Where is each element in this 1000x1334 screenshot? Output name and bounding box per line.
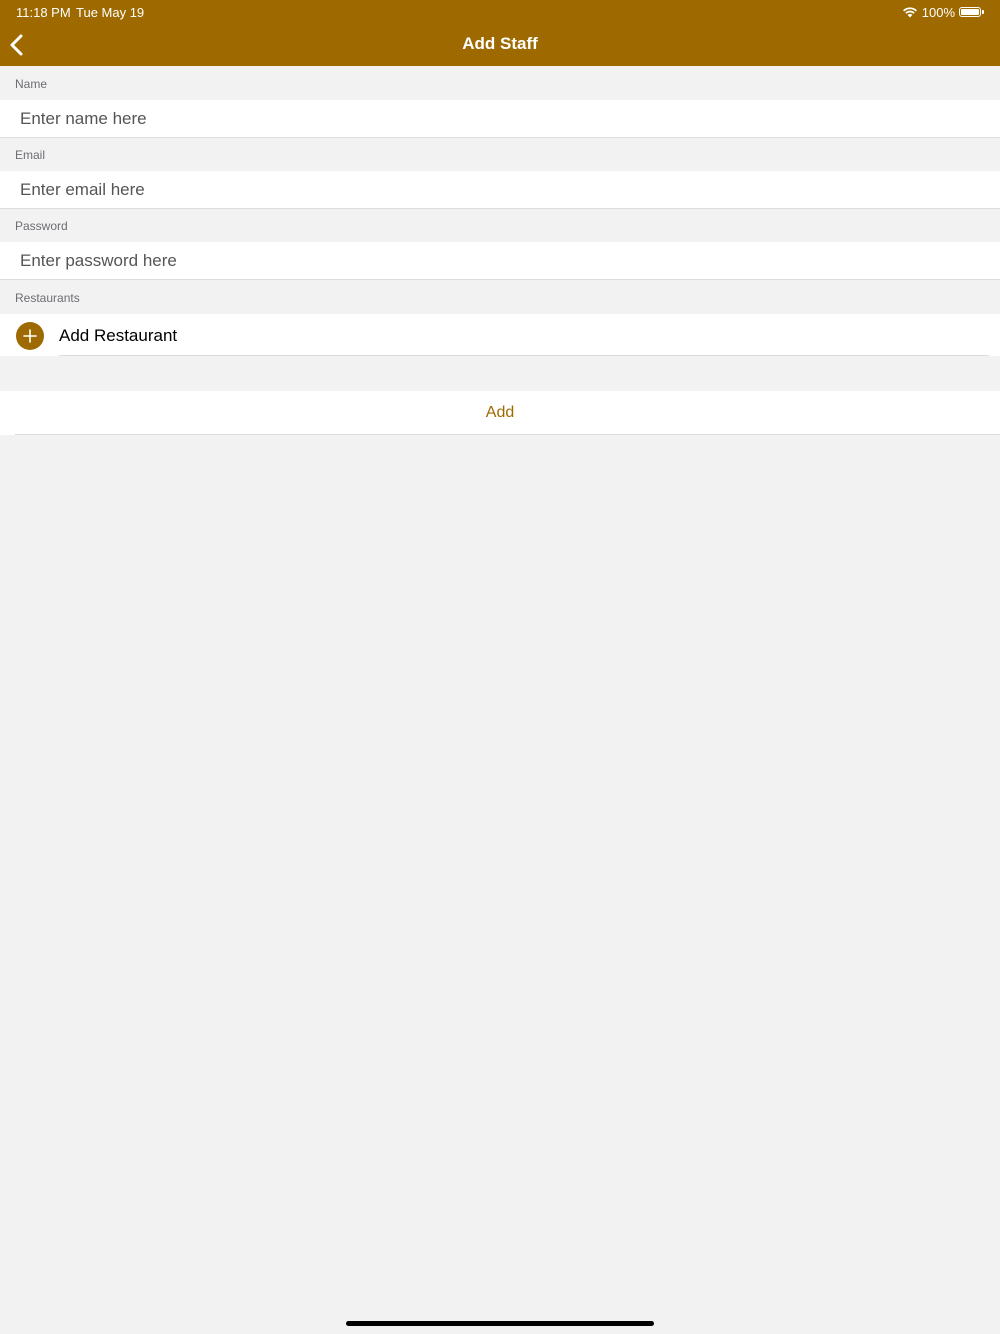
add-button[interactable]: Add [0, 391, 1000, 435]
name-label: Name [15, 77, 48, 91]
wifi-icon [902, 7, 917, 18]
page-title: Add Staff [462, 34, 538, 53]
battery-tip [982, 10, 984, 14]
add-restaurant-row[interactable]: Add Restaurant [0, 314, 1000, 356]
email-label: Email [15, 148, 46, 162]
email-input[interactable] [20, 171, 980, 208]
status-time: 11:18 PM [16, 5, 71, 20]
row-divider [59, 355, 989, 356]
add-row: Add [0, 391, 1000, 435]
navigation-bar: 11:18 PM Tue May 19 100% Add Staff [0, 0, 1000, 66]
password-row [0, 242, 1000, 280]
status-indicators: 100% [902, 4, 984, 20]
restaurants-label: Restaurants [15, 291, 80, 305]
name-input[interactable] [20, 100, 980, 137]
plus-circle-icon[interactable] [16, 322, 44, 350]
battery-percentage: 100% [921, 4, 955, 20]
name-row [0, 100, 1000, 138]
row-divider [15, 434, 1000, 435]
battery-icon [959, 7, 981, 17]
password-label: Password [15, 219, 68, 233]
status-date: Tue May 19 [76, 5, 145, 20]
password-input[interactable] [20, 242, 980, 279]
email-row [0, 171, 1000, 209]
home-indicator [346, 1321, 654, 1326]
add-restaurant-label: Add Restaurant [59, 326, 178, 345]
